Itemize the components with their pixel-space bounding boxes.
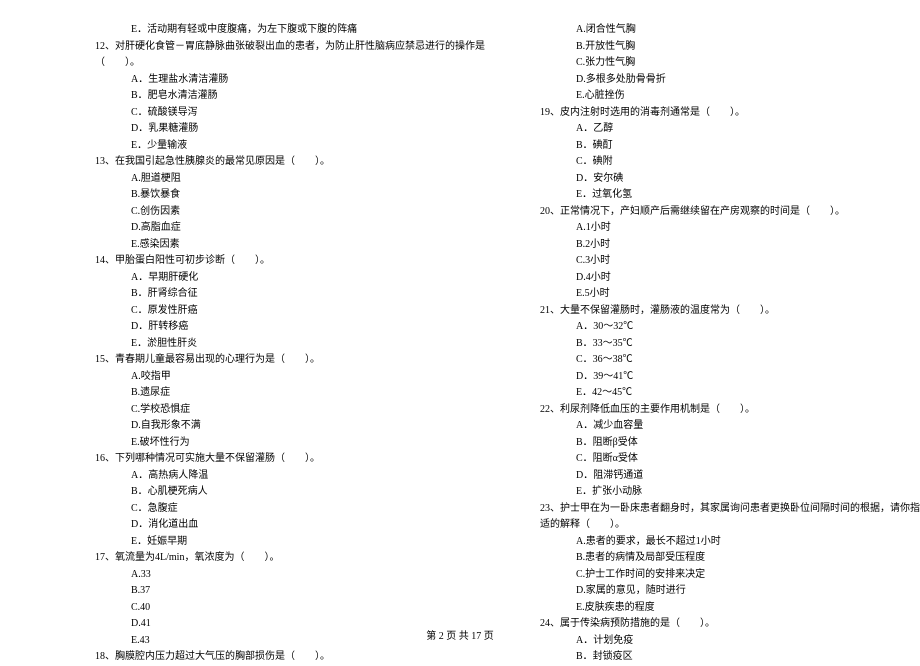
right-line: 适的解释（ ）。 [540,517,920,534]
left-line: E．淤胆性肝炎 [95,336,485,353]
left-line: C．原发性肝癌 [95,303,485,320]
right-line: B.患者的病情及局部受压程度 [540,550,920,567]
left-line: 18、胸膜腔内压力超过大气压的胸部损伤是（ ）。 [95,649,485,666]
left-line: B.遗尿症 [95,385,485,402]
right-line: B．33～35℃ [540,336,920,353]
left-line: E．活动期有轻或中度腹痛，为左下腹或下腹的阵痛 [95,22,485,39]
left-line: E．妊娠早期 [95,534,485,551]
left-line: A.咬指甲 [95,369,485,386]
page-content: E．活动期有轻或中度腹痛，为左下腹或下腹的阵痛12、对肝硬化食管－胃底静脉曲张破… [0,0,920,666]
right-line: 20、正常情况下，产妇顺产后需继续留在产房观察的时间是（ ）。 [540,204,920,221]
right-line: B．碘酊 [540,138,920,155]
left-line: 15、青春期儿童最容易出现的心理行为是（ ）。 [95,352,485,369]
right-line: D.4小时 [540,270,920,287]
right-line: B．阻断β受体 [540,435,920,452]
right-line: C.护士工作时间的安排来决定 [540,567,920,584]
left-column: E．活动期有轻或中度腹痛，为左下腹或下腹的阵痛12、对肝硬化食管－胃底静脉曲张破… [95,22,485,666]
right-line: 23、护士甲在为一卧床患者翻身时，其家属询问患者更换卧位间隔时间的根据，请你指出… [540,501,920,518]
left-line: C．硫酸镁导泻 [95,105,485,122]
right-line: A.1小时 [540,220,920,237]
right-line: E．扩张小动脉 [540,484,920,501]
left-line: A．高热病人降温 [95,468,485,485]
right-line: C．阻断α受体 [540,451,920,468]
left-line: （ ）。 [95,55,485,72]
right-line: E.心脏挫伤 [540,88,920,105]
right-line: C．碘附 [540,154,920,171]
left-line: 12、对肝硬化食管－胃底静脉曲张破裂出血的患者，为防止肝性脑病应禁忌进行的操作是 [95,39,485,56]
left-line: D.高脂血症 [95,220,485,237]
left-line: 16、下列哪种情况可实施大量不保留灌肠（ ）。 [95,451,485,468]
left-line: C.40 [95,600,485,617]
left-line: 17、氧流量为4L/min，氧浓度为（ ）。 [95,550,485,567]
right-line: D．阻滞钙通道 [540,468,920,485]
right-line: A.闭合性气胸 [540,22,920,39]
right-line: B.开放性气胸 [540,39,920,56]
right-line: C.张力性气胸 [540,55,920,72]
right-line: A.患者的要求，最长不超过1小时 [540,534,920,551]
right-line: E.5小时 [540,286,920,303]
left-line: D．消化道出血 [95,517,485,534]
right-line: E．42～45℃ [540,385,920,402]
right-line: 21、大量不保留灌肠时，灌肠液的温度常为（ ）。 [540,303,920,320]
left-line: E.感染因素 [95,237,485,254]
left-line: A.胆道梗阻 [95,171,485,188]
right-line: B.2小时 [540,237,920,254]
right-line: C.3小时 [540,253,920,270]
left-line: 13、在我国引起急性胰腺炎的最常见原因是（ ）。 [95,154,485,171]
page-footer: 第 2 页 共 17 页 [0,627,920,642]
left-line: C.学校恐惧症 [95,402,485,419]
right-line: 19、皮内注射时选用的消毒剂通常是（ ）。 [540,105,920,122]
right-line: D．39～41℃ [540,369,920,386]
right-line: D．安尔碘 [540,171,920,188]
left-line: D．肝转移癌 [95,319,485,336]
right-line: D.家属的意见，随时进行 [540,583,920,600]
left-line: C．急腹症 [95,501,485,518]
left-line: B．心肌梗死病人 [95,484,485,501]
right-line: A．30～32℃ [540,319,920,336]
right-line: B．封锁疫区 [540,649,920,666]
left-line: B．肥皂水清洁灌肠 [95,88,485,105]
right-line: E．过氧化氢 [540,187,920,204]
left-line: C.创伤因素 [95,204,485,221]
right-line: A．减少血容量 [540,418,920,435]
right-line: A．乙醇 [540,121,920,138]
left-line: D.自我形象不满 [95,418,485,435]
left-line: B.暴饮暴食 [95,187,485,204]
right-line: 22、利尿剂降低血压的主要作用机制是（ ）。 [540,402,920,419]
right-column: A.闭合性气胸B.开放性气胸C.张力性气胸D.多根多处肋骨骨折E.心脏挫伤19、… [540,22,920,666]
right-line: E.皮肤疾患的程度 [540,600,920,617]
right-line: C．36～38℃ [540,352,920,369]
left-line: 14、甲胎蛋白阳性可初步诊断（ ）。 [95,253,485,270]
left-line: A．生理盐水清洁灌肠 [95,72,485,89]
left-line: D．乳果糖灌肠 [95,121,485,138]
left-line: E.破坏性行为 [95,435,485,452]
left-line: B.37 [95,583,485,600]
right-line: D.多根多处肋骨骨折 [540,72,920,89]
left-line: E．少量输液 [95,138,485,155]
left-line: A.33 [95,567,485,584]
left-line: B．肝肾综合征 [95,286,485,303]
left-line: A．早期肝硬化 [95,270,485,287]
